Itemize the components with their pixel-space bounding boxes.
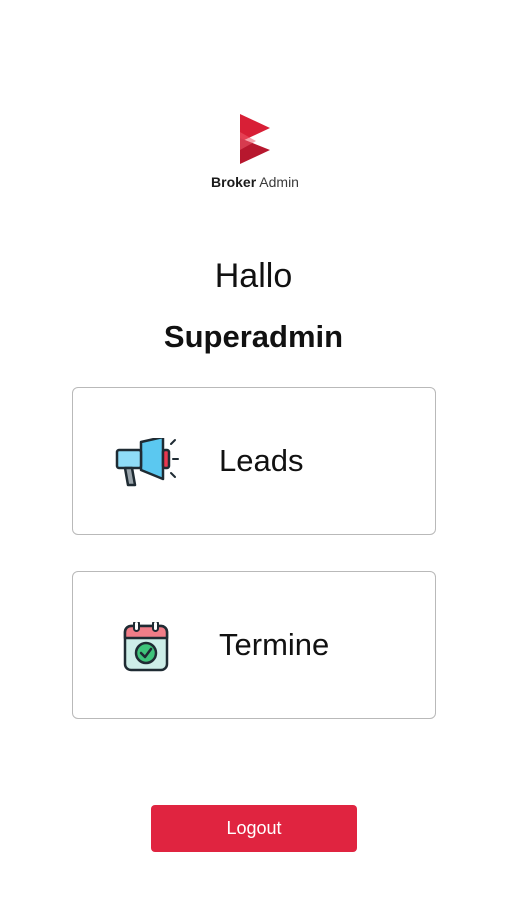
termine-card[interactable]: Termine xyxy=(72,571,436,719)
leads-label: Leads xyxy=(219,443,304,478)
calendar-check-icon xyxy=(123,622,169,672)
greeting-text: Hallo xyxy=(214,257,293,295)
leads-card[interactable]: Leads xyxy=(72,387,436,535)
brand-name-bold: Broker xyxy=(211,174,257,190)
logout-button[interactable]: Logout xyxy=(151,805,357,852)
termine-label: Termine xyxy=(219,627,330,662)
broker-logo-icon xyxy=(240,114,270,164)
megaphone-icon xyxy=(115,438,179,487)
brand-name: Broker Admin xyxy=(190,174,320,190)
app-logo: Broker Admin xyxy=(190,112,320,192)
brand-name-light: Admin xyxy=(259,174,299,190)
home-screen: Broker Admin Hallo Superadmin Leads Term… xyxy=(0,0,507,900)
user-name: Superadmin xyxy=(163,319,344,354)
